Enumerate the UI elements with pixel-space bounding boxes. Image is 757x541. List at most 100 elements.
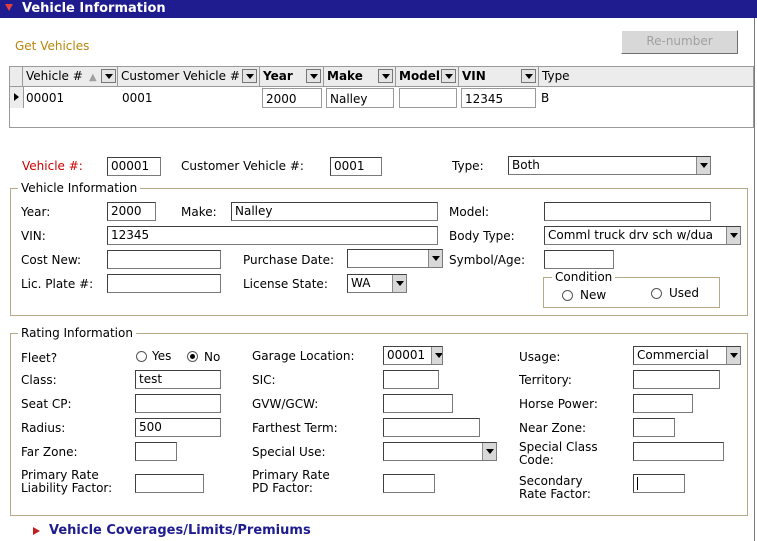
expand-triangle-icon[interactable] [33, 527, 40, 535]
fleet-yes-label[interactable]: Yes [152, 349, 171, 363]
vin-input[interactable]: 12345 [107, 226, 438, 245]
col-year[interactable]: Year [260, 67, 324, 86]
col-label: Make [327, 69, 363, 83]
class-label: Class: [21, 373, 57, 387]
vehicle-coverages-link[interactable]: Vehicle Coverages/Limits/Premiums [49, 523, 311, 538]
col-vehicle-num[interactable]: Vehicle # ▲ [23, 67, 118, 86]
cell-model[interactable] [399, 88, 457, 108]
chevron-down-icon[interactable] [726, 227, 740, 244]
fleet-yes-radio[interactable] [136, 351, 147, 362]
condition-legend: Condition [552, 270, 616, 284]
filter-dropdown-icon[interactable] [101, 69, 116, 83]
special-use-select[interactable] [383, 442, 497, 461]
get-vehicles-link[interactable]: Get Vehicles [15, 39, 89, 53]
col-customer-vehicle[interactable]: Customer Vehicle # [118, 67, 260, 86]
purchase-date-picker[interactable] [347, 249, 443, 268]
row-selector-icon[interactable] [10, 87, 24, 108]
col-model[interactable]: Model [396, 67, 459, 86]
cell-customer-vehicle[interactable]: 0001 [122, 88, 153, 108]
vehicle-info-legend: Vehicle Information [18, 181, 141, 195]
col-vin[interactable]: VIN [459, 67, 539, 86]
class-input[interactable]: test [135, 370, 221, 389]
radius-input[interactable]: 500 [135, 418, 221, 437]
fleet-no-label[interactable]: No [204, 350, 220, 364]
renumber-button[interactable]: Re-number [621, 30, 738, 54]
secondary-rate-label-2: Rate Factor: [519, 487, 591, 501]
filter-dropdown-icon[interactable] [306, 69, 321, 83]
fleet-no-radio[interactable] [187, 351, 198, 362]
radius-label: Radius: [21, 421, 66, 435]
primary-liability-label-2: Liability Factor: [21, 481, 113, 495]
farthest-term-label: Farthest Term: [252, 421, 338, 435]
cell-vin[interactable]: 12345 [461, 88, 536, 108]
filter-dropdown-icon[interactable] [441, 69, 456, 83]
usage-value: Commercial [637, 348, 709, 362]
condition-used-radio[interactable] [651, 288, 662, 299]
condition-new-label[interactable]: New [580, 288, 606, 302]
territory-input[interactable] [633, 370, 720, 389]
filter-dropdown-icon[interactable] [242, 69, 257, 83]
make-label: Make: [181, 205, 217, 219]
cell-type[interactable]: B [541, 88, 549, 108]
chevron-down-icon[interactable] [392, 275, 406, 292]
col-make[interactable]: Make [324, 67, 396, 86]
symbol-age-input[interactable] [544, 250, 614, 269]
license-state-label: License State: [243, 277, 328, 291]
col-label: Year [263, 69, 293, 83]
special-class-input[interactable] [633, 442, 724, 461]
sic-input[interactable] [383, 370, 439, 389]
usage-label: Usage: [519, 350, 561, 364]
condition-new-radio[interactable] [562, 290, 573, 301]
year-input[interactable]: 2000 [107, 202, 156, 221]
seat-cp-label: Seat CP: [21, 397, 72, 411]
condition-used-label[interactable]: Used [669, 286, 699, 300]
lic-plate-label: Lic. Plate #: [21, 277, 94, 291]
section-header[interactable]: Vehicle Information [0, 0, 757, 18]
cell-year[interactable]: 2000 [262, 88, 322, 108]
body-type-select[interactable]: Comml truck drv sch w/dua [544, 226, 741, 245]
make-input[interactable]: Nalley [231, 202, 438, 221]
filter-dropdown-icon[interactable] [378, 69, 393, 83]
symbol-age-label: Symbol/Age: [449, 253, 525, 267]
collapse-triangle-icon[interactable] [5, 4, 13, 11]
text-caret [637, 477, 638, 490]
usage-select[interactable]: Commercial [633, 346, 741, 365]
model-input[interactable] [544, 202, 711, 221]
garage-location-select[interactable]: 00001 [383, 346, 443, 365]
horse-power-input[interactable] [633, 394, 693, 413]
chevron-down-icon[interactable] [726, 347, 740, 364]
vehicle-num-label: Vehicle #: [22, 159, 83, 173]
chevron-down-icon[interactable] [428, 250, 442, 267]
special-use-label: Special Use: [252, 445, 326, 459]
cell-vehicle-num[interactable]: 00001 [26, 88, 64, 108]
horse-power-label: Horse Power: [519, 397, 598, 411]
chevron-down-icon[interactable] [696, 157, 710, 174]
col-label: Type [542, 69, 570, 83]
chevron-down-icon[interactable] [482, 443, 496, 460]
right-divider [754, 18, 755, 541]
col-label: Customer Vehicle # [121, 69, 240, 83]
vehicle-num-input[interactable]: 00001 [107, 157, 161, 176]
near-zone-input[interactable] [633, 418, 675, 437]
primary-liability-input[interactable] [135, 474, 204, 493]
lic-plate-input[interactable] [107, 274, 221, 293]
model-label: Model: [449, 205, 490, 219]
gvw-gcw-input[interactable] [383, 394, 453, 413]
far-zone-input[interactable] [135, 442, 177, 461]
filter-dropdown-icon[interactable] [521, 69, 536, 83]
customer-vehicle-input[interactable]: 0001 [330, 157, 382, 176]
license-state-select[interactable]: WA [347, 274, 407, 293]
type-select[interactable]: Both [508, 156, 711, 175]
cost-new-label: Cost New: [21, 253, 82, 267]
cell-make[interactable]: Nalley [326, 88, 394, 108]
special-class-label-1: Special Class [519, 440, 598, 454]
seat-cp-input[interactable] [135, 394, 221, 413]
cost-new-input[interactable] [107, 250, 221, 269]
farthest-term-input[interactable] [383, 418, 480, 437]
col-label: Vehicle # [26, 69, 83, 83]
chevron-down-icon[interactable] [431, 347, 442, 364]
type-label: Type: [452, 159, 484, 173]
secondary-rate-input[interactable] [633, 474, 685, 493]
col-type[interactable]: Type [539, 67, 753, 86]
primary-pd-input[interactable] [383, 474, 435, 493]
